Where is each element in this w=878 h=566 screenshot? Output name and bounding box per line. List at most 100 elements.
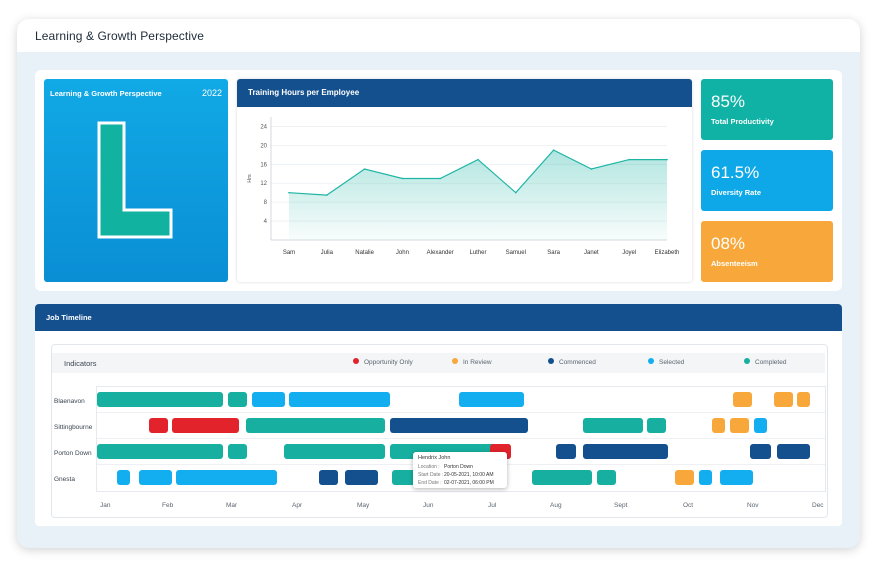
month-label: Feb bbox=[162, 502, 174, 509]
x-tick-label: Alexander bbox=[427, 250, 454, 256]
title-bar: Learning & Growth Perspective bbox=[17, 19, 860, 52]
tooltip-end-label: End Date : bbox=[418, 480, 442, 486]
job-bar[interactable] bbox=[583, 444, 668, 459]
kpi-absenteeism: 08% Absenteeism bbox=[701, 221, 833, 282]
dashboard-window: Learning & Growth Perspective Learning &… bbox=[17, 19, 860, 548]
data-point bbox=[439, 177, 441, 180]
legend-opportunity-only[interactable]: Opportunity Only bbox=[353, 358, 413, 366]
x-tick-label: Natalie bbox=[355, 250, 374, 256]
x-tick-label: Janet bbox=[584, 250, 599, 256]
training-hours-chart-card: Training Hours per Employee 4 8 12 16 20 24 Hr… bbox=[237, 79, 692, 282]
job-bar[interactable] bbox=[712, 418, 725, 433]
job-bar[interactable] bbox=[246, 418, 385, 433]
kpi-value: 85% bbox=[711, 92, 746, 111]
data-point bbox=[477, 158, 479, 161]
job-bar[interactable] bbox=[556, 444, 576, 459]
job-bar[interactable] bbox=[459, 392, 524, 407]
month-label: Dec bbox=[812, 502, 824, 509]
job-bar[interactable] bbox=[733, 392, 752, 407]
job-bar[interactable] bbox=[597, 470, 616, 485]
y-tick-label: 12 bbox=[260, 181, 267, 187]
job-bar[interactable] bbox=[139, 470, 172, 485]
x-tick-label: Sara bbox=[547, 250, 560, 256]
x-tick-label: John bbox=[396, 250, 409, 256]
job-bar[interactable] bbox=[117, 470, 130, 485]
job-bar[interactable] bbox=[345, 470, 378, 485]
row-label-porton-down: Porton Down bbox=[54, 450, 92, 457]
kpi-diversity-rate: 61.5% Diversity Rate bbox=[701, 150, 833, 211]
data-point bbox=[515, 191, 517, 194]
job-bar[interactable] bbox=[675, 470, 694, 485]
job-bar[interactable] bbox=[774, 392, 793, 407]
job-bar[interactable] bbox=[252, 392, 285, 407]
job-bar[interactable] bbox=[390, 418, 528, 433]
page-title: Learning & Growth Perspective bbox=[35, 29, 204, 43]
kpi-label: Total Productivity bbox=[711, 117, 774, 126]
job-bar[interactable] bbox=[319, 470, 338, 485]
job-bar[interactable] bbox=[720, 470, 753, 485]
job-bar[interactable] bbox=[149, 418, 168, 433]
indicators-bar: Indicators Opportunity Only In Review Co… bbox=[52, 353, 825, 373]
job-bar[interactable] bbox=[532, 470, 592, 485]
y-tick-label: 20 bbox=[260, 143, 267, 149]
job-bar[interactable] bbox=[699, 470, 712, 485]
legend-selected[interactable]: Selected bbox=[648, 358, 684, 366]
job-bar[interactable] bbox=[647, 418, 666, 433]
job-bar[interactable] bbox=[97, 444, 223, 459]
job-bar[interactable] bbox=[750, 444, 771, 459]
row-label-blaenavon: Blaenavon bbox=[54, 398, 85, 405]
month-label: May bbox=[357, 502, 370, 509]
data-point bbox=[628, 158, 630, 161]
timeline-body: Indicators Opportunity Only In Review Co… bbox=[51, 344, 828, 518]
month-label: Sept bbox=[614, 502, 628, 509]
x-tick-label: Sam bbox=[283, 250, 295, 256]
chart-header-title: Training Hours per Employee bbox=[248, 88, 360, 97]
job-bar[interactable] bbox=[754, 418, 767, 433]
data-point bbox=[401, 177, 404, 180]
x-tick-label: Samuel bbox=[506, 250, 526, 256]
kpi-label: Absenteeism bbox=[711, 259, 758, 268]
row-label-gnesta: Gnesta bbox=[54, 476, 75, 483]
indicators-label: Indicators bbox=[64, 359, 97, 368]
month-label: Aug bbox=[550, 502, 562, 509]
job-bar[interactable] bbox=[284, 444, 385, 459]
x-tick-label: Luther bbox=[469, 250, 486, 256]
job-bar[interactable] bbox=[289, 392, 390, 407]
y-tick-label: 24 bbox=[260, 124, 267, 130]
data-point bbox=[326, 194, 328, 196]
job-bar[interactable] bbox=[97, 392, 223, 407]
legend-in-review[interactable]: In Review bbox=[452, 358, 492, 366]
y-tick-label: 8 bbox=[264, 200, 268, 206]
legend-commenced[interactable]: Commenced bbox=[548, 358, 596, 366]
kpi-label: Diversity Rate bbox=[711, 188, 762, 197]
job-bar[interactable] bbox=[777, 444, 810, 459]
job-bar[interactable] bbox=[797, 392, 810, 407]
tooltip-location: Porton Down bbox=[444, 464, 473, 470]
job-bar[interactable] bbox=[176, 470, 277, 485]
month-label: Mar bbox=[226, 502, 238, 509]
chart-header: Training Hours per Employee bbox=[237, 79, 692, 107]
job-timeline-panel: Job Timeline Indicators Opportunity Only… bbox=[35, 304, 842, 526]
job-bar[interactable] bbox=[228, 444, 247, 459]
job-bar[interactable] bbox=[228, 392, 247, 407]
tooltip-name: Hendrix John bbox=[418, 455, 451, 461]
summary-card: Learning & Growth Perspective 2022 bbox=[44, 79, 228, 282]
month-label: Jan bbox=[100, 502, 111, 509]
letter-l-graphic bbox=[97, 121, 173, 239]
job-bar[interactable] bbox=[583, 418, 643, 433]
kpi-total-productivity: 85% Total Productivity bbox=[701, 79, 833, 140]
month-label: Jul bbox=[488, 502, 497, 509]
legend-completed[interactable]: Completed bbox=[744, 358, 786, 366]
kpi-value: 08% bbox=[711, 234, 746, 253]
job-tooltip: Hendrix John Location : Porton Down Star… bbox=[413, 452, 507, 488]
job-bar[interactable] bbox=[172, 418, 239, 433]
job-bar[interactable] bbox=[730, 418, 749, 433]
timeline-header-title: Job Timeline bbox=[46, 313, 92, 322]
data-point bbox=[666, 158, 668, 161]
data-point bbox=[590, 168, 593, 170]
x-tick-label: Elizabeth bbox=[655, 250, 680, 256]
month-label: Nov bbox=[747, 502, 759, 509]
tooltip-start: 20-05-2021, 10:00 AM bbox=[444, 472, 494, 478]
data-point bbox=[288, 191, 290, 194]
tooltip-end: 02-07-2021, 06:00 PM bbox=[444, 480, 494, 486]
